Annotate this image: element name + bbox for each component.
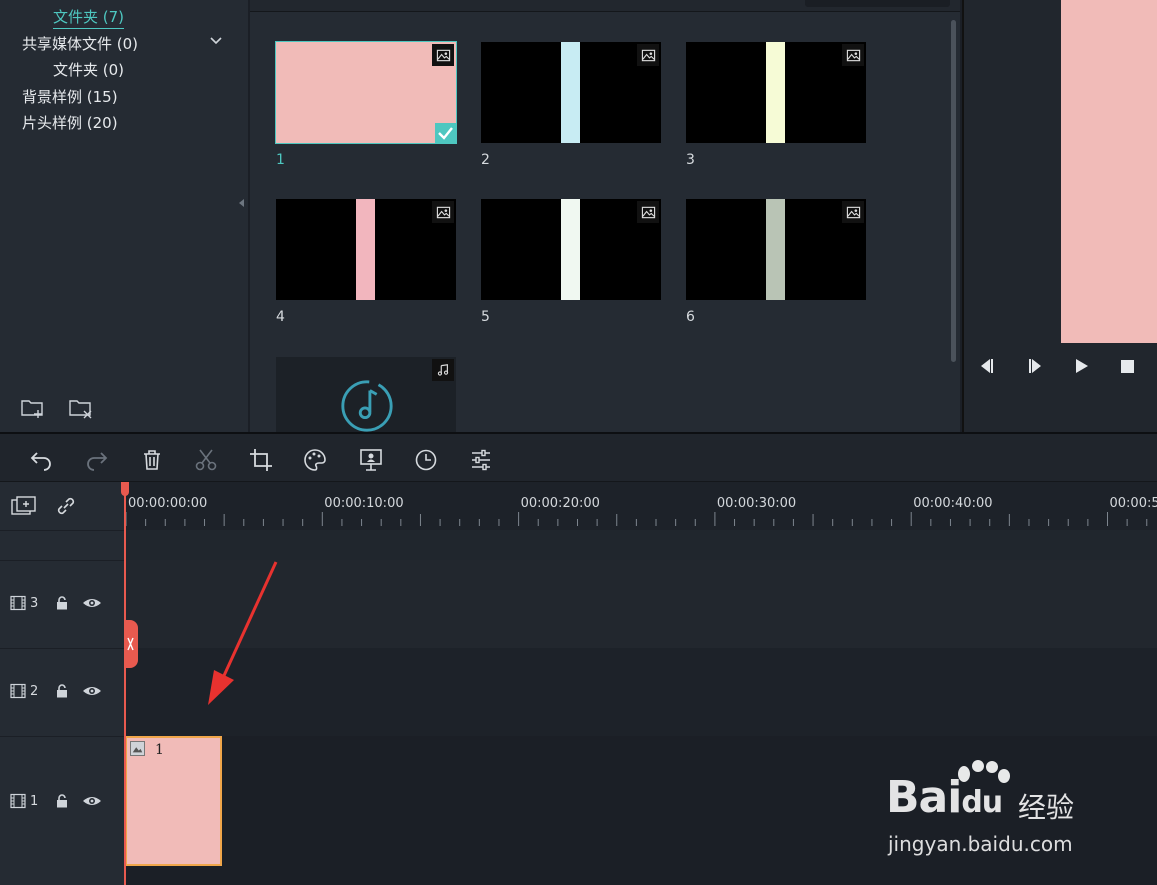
media-library-header [250,0,960,12]
crop-icon[interactable] [248,447,274,473]
media-label: 5 [481,309,490,325]
time-ruler[interactable]: 00:00:00:00 00:00:10:00 00:00:20:00 00:00:3… [124,482,1157,530]
color-bar [766,42,785,143]
film-icon [10,595,26,611]
title-samples-item[interactable]: 片头样例 (20) [22,112,118,133]
timecode-label: 00:00:00:00 [128,496,208,511]
audio-type-icon [432,359,454,381]
timecode-label: 00:00:10:00 [324,496,404,511]
timeline-clip[interactable]: 1 [125,736,222,866]
track-controls: 3 [10,595,102,611]
track-header-panel: 3 2 1 [0,482,124,885]
media-thumbnail[interactable] [276,199,456,300]
edit-toolbar [0,432,1157,482]
timeline-spacer [124,530,1157,560]
redo-icon[interactable] [83,447,109,473]
track-number: 3 [30,595,39,611]
media-label: 3 [686,152,695,168]
track-header-1-bg [0,736,124,885]
image-clip-icon [130,741,145,756]
media-thumbnail[interactable] [275,41,457,144]
media-thumbnail[interactable] [686,199,866,300]
image-type-icon [432,44,454,66]
chevron-down-icon[interactable] [209,34,223,48]
track-header-spacer [0,530,124,560]
delete-icon[interactable] [139,447,165,473]
color-icon[interactable] [302,447,328,473]
color-bar [766,199,785,300]
film-icon [10,793,26,809]
preview-frame [1061,0,1157,343]
media-label: 1 [276,152,285,168]
cut-icon[interactable] [193,447,219,473]
media-library: 1 2 3 4 5 6 [250,0,960,432]
playhead-handle[interactable] [121,482,129,496]
delete-folder-icon[interactable] [68,397,94,419]
lock-icon[interactable] [54,683,70,699]
playhead[interactable] [124,482,126,885]
media-label: 6 [686,309,695,325]
shared-folder-item[interactable]: 文件夹 (0) [53,59,124,80]
track-controls: 1 [10,793,102,809]
media-thumbnail[interactable] [481,199,661,300]
media-label: 4 [276,309,285,325]
background-samples-item[interactable]: 背景样例 (15) [22,86,118,107]
link-icon[interactable] [55,495,77,517]
timecode-label: 00:00:30:00 [716,496,797,511]
lock-icon[interactable] [54,595,70,611]
search-input[interactable] [805,0,950,7]
media-folder-panel: 文件夹 (7) 共享媒体文件 (0) 文件夹 (0) 背景样例 (15) 片头样… [0,0,248,432]
stop-icon[interactable] [1116,355,1138,377]
undo-icon[interactable] [29,447,55,473]
color-bar [561,199,580,300]
image-type-icon [842,201,864,223]
adjust-icon[interactable] [468,447,494,473]
image-type-icon [637,201,659,223]
track-controls: 2 [10,683,102,699]
collapse-panel-icon[interactable] [238,198,246,208]
ruler-ticks [125,512,1148,526]
eye-icon[interactable] [82,793,102,809]
check-icon [435,123,456,143]
add-track-icon[interactable] [11,496,37,518]
playhead-split-tab[interactable] [124,620,138,668]
preview-panel [962,0,1157,432]
lock-icon[interactable] [54,793,70,809]
play-icon[interactable] [1070,355,1092,377]
shared-media-item[interactable]: 共享媒体文件 (0) [22,33,138,54]
timecode-label: 00:00:40:00 [913,496,993,511]
media-thumbnail[interactable] [481,42,661,143]
media-label: 2 [481,152,490,168]
new-folder-icon[interactable] [20,397,46,419]
next-frame-icon[interactable] [1024,355,1046,377]
green-screen-icon[interactable] [358,447,384,473]
color-bar [356,199,375,300]
prev-frame-icon[interactable] [976,355,998,377]
media-scrollbar[interactable] [951,20,956,362]
eye-icon[interactable] [82,595,102,611]
scissors-icon [127,637,134,651]
color-bar [561,42,580,143]
music-note-icon [341,380,393,432]
speed-icon[interactable] [413,447,439,473]
track-lane-1[interactable] [124,736,1157,885]
image-type-icon [432,201,454,223]
media-thumbnail[interactable] [686,42,866,143]
eye-icon[interactable] [82,683,102,699]
audio-thumbnail[interactable] [276,357,456,432]
clip-label: 1 [155,742,164,758]
timecode-label: 00:00:50 [1109,496,1157,511]
annotation-arrow [208,561,278,705]
image-type-icon [842,44,864,66]
image-type-icon [637,44,659,66]
track-number: 1 [30,793,39,809]
timecode-label: 00:00:20:00 [520,496,600,511]
track-number: 2 [30,683,39,699]
film-icon [10,683,26,699]
folder-item-images[interactable]: 文件夹 (7) [53,6,125,29]
